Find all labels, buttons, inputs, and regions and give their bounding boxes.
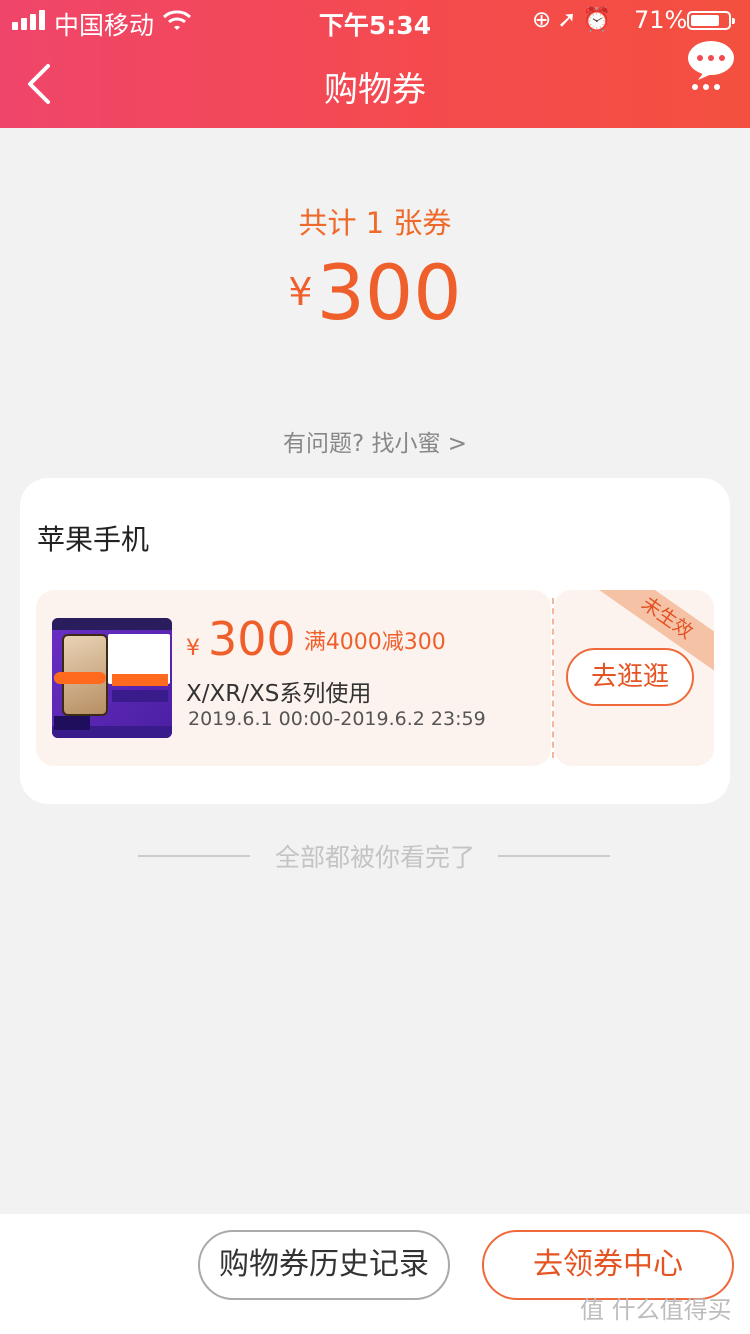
category-title: 苹果手机 (37, 523, 150, 556)
go-shopping-button[interactable]: 去逛逛 (566, 648, 694, 706)
divider-line-right (498, 855, 610, 857)
product-image (52, 618, 172, 738)
coupon-history-button[interactable]: 购物券历史记录 (198, 1230, 450, 1300)
coupon-value: 300 (208, 612, 296, 666)
battery-percent: 71% (634, 6, 688, 34)
status-bar: 中国移动 下午5:34 ⊕➚⏰ 71% (0, 0, 750, 40)
alarm-icon: ⏰ (582, 7, 618, 33)
battery-icon (687, 11, 735, 30)
page-title: 购物券 (324, 70, 426, 110)
coupon-condition: 满4000减300 (303, 630, 446, 655)
coupon-body[interactable]: ¥300 满4000减300 X/XR/XS系列使用 2019.6.1 00:00… (36, 590, 551, 766)
total-value: 300 (316, 248, 462, 337)
coupon-scope: X/XR/XS系列使用 (186, 681, 372, 707)
coupon-action-area: 未生效 去逛逛 (554, 590, 714, 766)
watermark: 值 什么值得买 (580, 1296, 732, 1324)
status-icons: ⊕➚⏰ (532, 6, 617, 33)
coupon-currency: ¥ (186, 636, 200, 661)
currency-symbol: ¥ (288, 270, 313, 314)
rotation-lock-icon: ⊕ (532, 7, 558, 33)
header: 中国移动 下午5:34 ⊕➚⏰ 71% 购物券 (0, 0, 750, 128)
location-icon: ➚ (557, 7, 583, 33)
message-button[interactable] (686, 38, 736, 92)
chat-bubble-icon (688, 41, 734, 90)
coupon-validity: 2019.6.1 00:00-2019.6.2 23:59 (188, 708, 486, 730)
coupon-count: 共计 1 张券 (298, 206, 452, 240)
help-link[interactable]: 有问题? 找小蜜 > (0, 424, 750, 458)
total-amount: ¥300 (0, 248, 750, 337)
coupon-amount: ¥300 满4000减300 (186, 612, 446, 666)
coupon-card: 苹果手机 ¥300 满4000减300 X/XR/XS系列使用 2019.6.1 … (20, 478, 730, 804)
end-of-list-text: 全部都被你看完了 (274, 843, 475, 872)
